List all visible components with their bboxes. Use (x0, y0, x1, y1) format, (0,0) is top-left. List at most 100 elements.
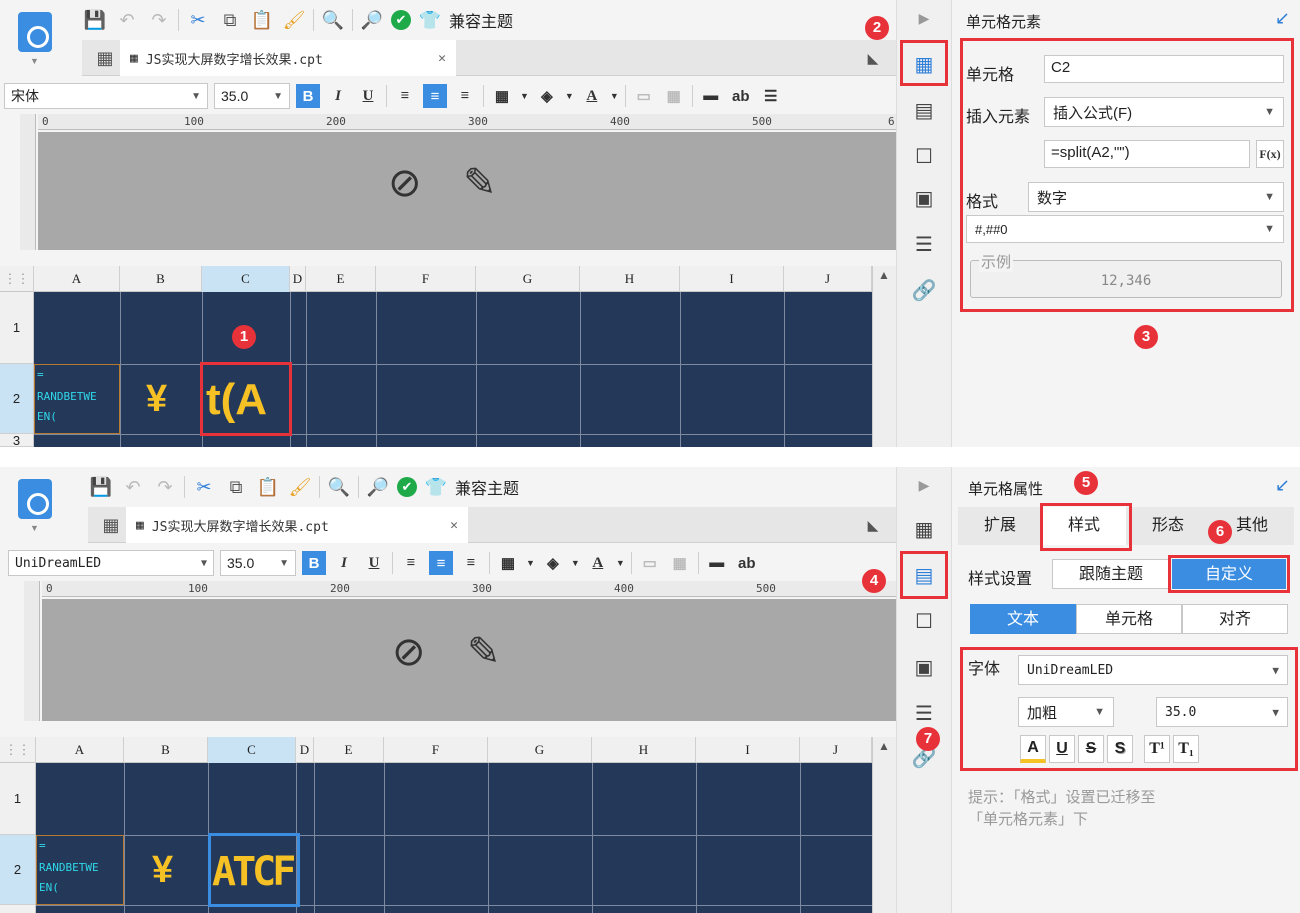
line-icon[interactable]: ▬ (705, 551, 729, 575)
ab-wrap-button[interactable]: ab (735, 551, 759, 575)
sheet-grid[interactable]: = RANDBETWE EN( ¥ t(A (34, 292, 872, 447)
cell-b2[interactable]: ¥ (146, 378, 167, 421)
ab-wrap-button[interactable]: ab (729, 84, 753, 108)
file-tab[interactable]: ▦ JS实现大屏数字增长效果.cpt ✕ (120, 40, 456, 76)
column-d[interactable]: D (290, 266, 306, 292)
close-icon[interactable]: ✕ (450, 518, 458, 533)
line-icon[interactable]: ▬ (699, 84, 723, 108)
tab-menu-icon[interactable]: ◣ (860, 512, 886, 538)
italic-button[interactable]: I (332, 551, 356, 575)
hidden-eye-icon[interactable]: ⊘ (392, 629, 426, 675)
underline-button[interactable]: U (356, 84, 380, 108)
grid-view-icon[interactable]: ▦ (98, 512, 124, 538)
row-3[interactable]: 3 (0, 434, 33, 447)
column-a[interactable]: A (34, 266, 120, 292)
hyperlink-icon[interactable]: 🔗 (911, 278, 937, 302)
row-2[interactable]: 2 (0, 835, 35, 905)
align-right-icon[interactable]: ≡ (453, 84, 477, 108)
tab-expand[interactable]: 扩展 (958, 507, 1042, 545)
merge-cell-icon[interactable]: ▭ (632, 84, 656, 108)
align-center-icon[interactable]: ≡ (429, 551, 453, 575)
font-size-select[interactable]: 35.0 ▼ (220, 550, 296, 576)
compat-theme-button[interactable]: 兼容主题 (449, 8, 513, 32)
column-c[interactable]: C (208, 737, 296, 763)
column-d[interactable]: D (296, 737, 314, 763)
italic-button[interactable]: I (326, 84, 350, 108)
row-1[interactable]: 1 (0, 763, 35, 835)
subtab-text[interactable]: 文本 (970, 604, 1076, 634)
edit-pencil-icon[interactable]: ✎ (467, 629, 501, 675)
search-template-icon[interactable]: 🔍 (326, 474, 352, 500)
cell-element-icon[interactable]: ▦ (911, 517, 937, 541)
bold-button[interactable]: B (296, 84, 320, 108)
copy-icon[interactable]: ⧉ (223, 474, 249, 500)
hidden-eye-icon[interactable]: ⊘ (388, 160, 422, 206)
check-icon[interactable]: ✔ (397, 477, 417, 497)
grid-view-icon[interactable]: ▦ (92, 45, 118, 71)
undo-icon[interactable]: ↶ (114, 7, 140, 33)
row-1[interactable]: 1 (0, 292, 33, 364)
column-f[interactable]: F (376, 266, 476, 292)
edit-pencil-icon[interactable]: ✎ (463, 160, 497, 206)
undo-icon[interactable]: ↶ (120, 474, 146, 500)
data-column-icon[interactable]: ☰ (911, 232, 937, 256)
dropdown-widget-icon[interactable]: ▣ (911, 655, 937, 679)
bold-button[interactable]: B (302, 551, 326, 575)
column-g[interactable]: G (488, 737, 592, 763)
cell-a2[interactable]: = RANDBETWE EN( (34, 364, 120, 434)
format-painter-icon[interactable]: 🖌 (281, 7, 307, 33)
align-left-icon[interactable]: ≡ (393, 84, 417, 108)
pin-icon[interactable]: ↙ (1275, 475, 1290, 496)
preview-icon[interactable]: 🔎 (359, 7, 385, 33)
paste-icon[interactable]: 📋 (255, 474, 281, 500)
collapse-arrow-icon[interactable]: ▶ (911, 477, 937, 501)
split-cell-icon[interactable]: ▦ (662, 84, 686, 108)
column-g[interactable]: G (476, 266, 580, 292)
pin-icon[interactable]: ↙ (1275, 8, 1290, 29)
paste-icon[interactable]: 📋 (249, 7, 275, 33)
column-j[interactable]: J (800, 737, 872, 763)
cell-attribute-icon[interactable]: ▤ (911, 98, 937, 122)
search-template-icon[interactable]: 🔍 (320, 7, 346, 33)
column-i[interactable]: I (696, 737, 800, 763)
dropdown-widget-icon[interactable]: ▣ (911, 186, 937, 210)
compat-theme-button[interactable]: 兼容主题 (455, 475, 519, 499)
logo-dropdown-icon[interactable]: ▼ (30, 523, 39, 533)
check-icon[interactable]: ✔ (391, 10, 411, 30)
font-color-icon[interactable]: A (580, 84, 604, 108)
font-size-select[interactable]: 35.0 ▼ (214, 83, 290, 109)
column-a[interactable]: A (36, 737, 124, 763)
sheet-grid[interactable]: = RANDBETWE EN( ¥ ATCF (36, 763, 872, 913)
column-b[interactable]: B (124, 737, 208, 763)
logo-dropdown-icon[interactable]: ▼ (30, 56, 39, 66)
follow-theme-button[interactable]: 跟随主题 (1052, 559, 1170, 589)
file-tab[interactable]: ▦ JS实现大屏数字增长效果.cpt ✕ (126, 507, 468, 543)
font-select[interactable]: UniDreamLED ▼ (8, 550, 214, 576)
column-h[interactable]: H (592, 737, 696, 763)
border-icon[interactable]: ▦ (496, 551, 520, 575)
data-column-icon[interactable]: ☰ (911, 701, 937, 725)
vertical-scrollbar[interactable]: ▲ (872, 737, 896, 913)
font-select[interactable]: 宋体 ▼ (4, 83, 208, 109)
copy-icon[interactable]: ⧉ (217, 7, 243, 33)
tab-menu-icon[interactable]: ◣ (860, 45, 886, 71)
vertical-scrollbar[interactable]: ▲ (872, 266, 896, 447)
save-icon[interactable]: 💾 (82, 7, 108, 33)
column-e[interactable]: E (314, 737, 384, 763)
column-h[interactable]: H (580, 266, 680, 292)
underline-button[interactable]: U (362, 551, 386, 575)
widget-icon[interactable]: ☐ (911, 144, 937, 168)
preview-icon[interactable]: 🔎 (365, 474, 391, 500)
merge-cell-icon[interactable]: ▭ (638, 551, 662, 575)
column-e[interactable]: E (306, 266, 376, 292)
select-all-icon[interactable]: ⋮⋮ (0, 737, 36, 763)
split-cell-icon[interactable]: ▦ (668, 551, 692, 575)
widget-icon[interactable]: ☐ (911, 609, 937, 633)
column-b[interactable]: B (120, 266, 202, 292)
row-2[interactable]: 2 (0, 364, 33, 434)
border-icon[interactable]: ▦ (490, 84, 514, 108)
theme-shirt-icon[interactable]: 👕 (423, 474, 449, 500)
subtab-align[interactable]: 对齐 (1182, 604, 1288, 634)
tab-shape[interactable]: 形态 (1126, 507, 1210, 545)
align-right-icon[interactable]: ≡ (459, 551, 483, 575)
